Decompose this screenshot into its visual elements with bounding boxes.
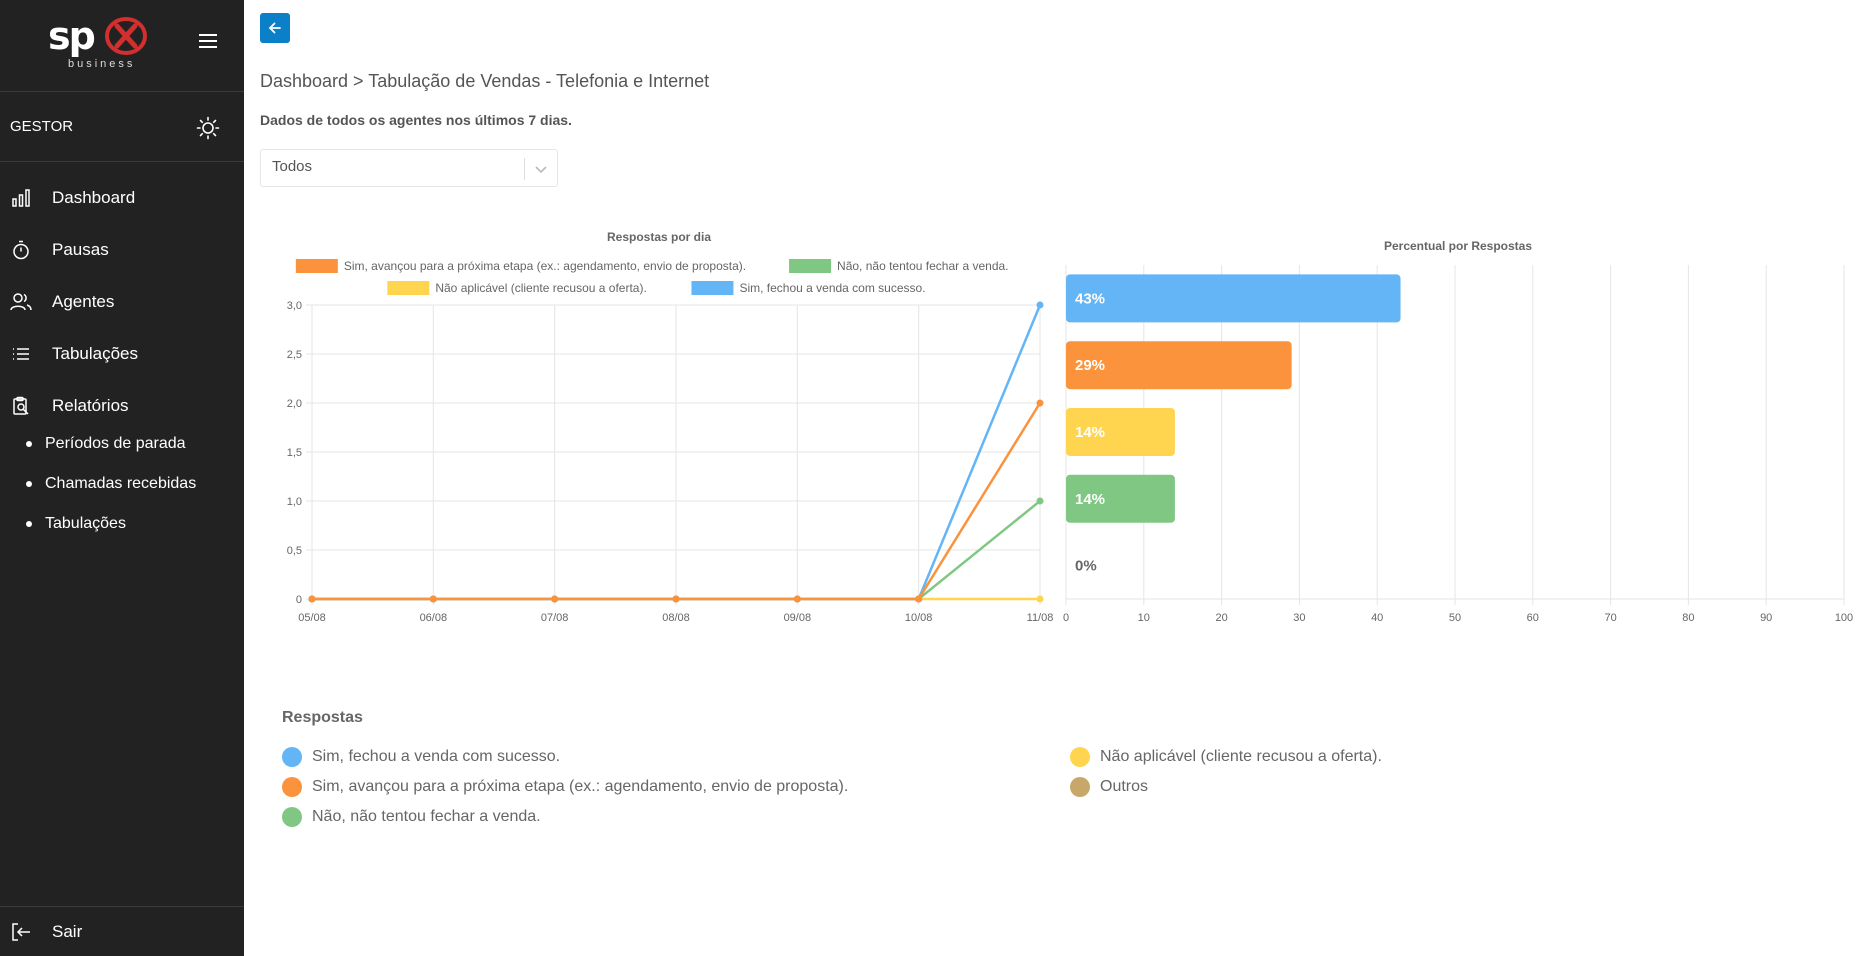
bar-data-label: 43% bbox=[1075, 290, 1105, 307]
y-tick-label: 0 bbox=[296, 594, 302, 606]
x-tick-label: 80 bbox=[1682, 612, 1694, 624]
x-tick-label: 100 bbox=[1835, 612, 1853, 624]
x-tick-label: 06/08 bbox=[420, 612, 448, 624]
response-label: Não, não tentou fechar a venda. bbox=[312, 808, 541, 825]
line-chart-x-axis: 05/08 06/08 07/08 08/08 09/08 10/08 11/08 bbox=[298, 612, 1053, 624]
bar-data-label: 29% bbox=[1075, 357, 1105, 374]
logout-label: Sair bbox=[52, 921, 83, 941]
line-chart-legend: Sim, avançou para a próxima etapa (ex.: … bbox=[295, 259, 1009, 295]
data-point bbox=[1036, 595, 1044, 603]
data-point bbox=[915, 595, 923, 603]
data-point bbox=[793, 595, 801, 603]
x-tick-label: 10/08 bbox=[905, 612, 933, 624]
x-tick-label: 11/08 bbox=[1027, 612, 1054, 624]
data-point bbox=[1036, 301, 1044, 309]
x-tick-label: 20 bbox=[1215, 612, 1227, 624]
response-label: Sim, avançou para a próxima etapa (ex.: … bbox=[312, 778, 849, 795]
data-point bbox=[551, 595, 559, 603]
bar-chart: Percentual por Respostas 0 10 20 30 40 50 60 70… bbox=[1063, 239, 1853, 624]
legend-dot-icon bbox=[282, 777, 302, 797]
legend-label: Não, não tentou fechar a venda. bbox=[837, 259, 1008, 273]
line-chart-grid bbox=[306, 304, 1041, 605]
bar-chart-title: Percentual por Respostas bbox=[1384, 239, 1532, 253]
x-tick-label: 07/08 bbox=[541, 612, 569, 624]
y-tick-label: 2,5 bbox=[287, 349, 302, 361]
x-tick-label: 90 bbox=[1760, 612, 1772, 624]
responses-title: Respostas bbox=[282, 709, 363, 726]
charts-area: Respostas por dia Sim, avançou para a pr… bbox=[287, 230, 1853, 624]
legend-label: Sim, avançou para a próxima etapa (ex.: … bbox=[344, 259, 746, 273]
x-tick-label: 50 bbox=[1449, 612, 1461, 624]
data-point bbox=[429, 595, 437, 603]
x-tick-label: 40 bbox=[1371, 612, 1383, 624]
logout-icon bbox=[12, 922, 30, 941]
legend-label: Sim, fechou a venda com sucesso. bbox=[739, 281, 925, 295]
line-chart-title: Respostas por dia bbox=[607, 230, 711, 244]
response-item-outros: Outros bbox=[1070, 777, 1148, 797]
x-tick-label: 05/08 bbox=[298, 612, 326, 624]
legend-dot-icon bbox=[282, 747, 302, 767]
response-item-nao-tentou: Não, não tentou fechar a venda. bbox=[282, 807, 541, 827]
x-tick-label: 10 bbox=[1138, 612, 1150, 624]
legend-swatch bbox=[789, 259, 832, 273]
bar-data-label: 14% bbox=[1075, 491, 1105, 508]
response-item-fechou: Sim, fechou a venda com sucesso. bbox=[282, 747, 560, 767]
response-item-avancou: Sim, avançou para a próxima etapa (ex.: … bbox=[282, 777, 848, 797]
x-tick-label: 09/08 bbox=[784, 612, 812, 624]
response-label: Não aplicável (cliente recusou a oferta)… bbox=[1100, 748, 1382, 765]
y-tick-label: 1,5 bbox=[287, 447, 302, 459]
response-label: Outros bbox=[1100, 778, 1149, 795]
bar-data-label: 14% bbox=[1075, 424, 1105, 441]
legend-dot-icon bbox=[282, 807, 302, 827]
data-point bbox=[308, 595, 316, 603]
bar-data-label: 0% bbox=[1075, 558, 1097, 575]
x-tick-label: 30 bbox=[1293, 612, 1305, 624]
legend-label: Não aplicável (cliente recusou a oferta)… bbox=[435, 281, 646, 295]
x-tick-label: 70 bbox=[1604, 612, 1616, 624]
bar-chart-bars: 43% 29% 14% 14% 0% bbox=[1066, 274, 1401, 575]
x-tick-label: 0 bbox=[1063, 612, 1069, 624]
line-chart-y-axis: 0 0,5 1,0 1,5 2,0 2,5 3,0 bbox=[287, 300, 302, 606]
legend-swatch bbox=[387, 281, 430, 295]
data-point bbox=[1036, 399, 1044, 407]
legend-dot-icon bbox=[1070, 777, 1090, 797]
x-tick-label: 08/08 bbox=[662, 612, 690, 624]
legend-swatch bbox=[295, 259, 338, 273]
y-tick-label: 3,0 bbox=[287, 300, 302, 312]
data-point bbox=[1036, 497, 1044, 505]
response-label: Sim, fechou a venda com sucesso. bbox=[312, 748, 561, 765]
logout-button[interactable]: Sair bbox=[0, 906, 244, 956]
legend-swatch bbox=[691, 281, 734, 295]
y-tick-label: 0,5 bbox=[287, 545, 302, 557]
data-point bbox=[672, 595, 680, 603]
bar-chart-x-axis: 0 10 20 30 40 50 60 70 80 90 100 bbox=[1063, 612, 1853, 624]
legend-dot-icon bbox=[1070, 747, 1090, 767]
response-item-nao-aplicavel: Não aplicável (cliente recusou a oferta)… bbox=[1070, 747, 1382, 767]
bar bbox=[1066, 274, 1401, 323]
x-tick-label: 60 bbox=[1527, 612, 1539, 624]
line-chart: Respostas por dia Sim, avançou para a pr… bbox=[287, 230, 1054, 624]
y-tick-label: 2,0 bbox=[287, 398, 302, 410]
y-tick-label: 1,0 bbox=[287, 496, 302, 508]
